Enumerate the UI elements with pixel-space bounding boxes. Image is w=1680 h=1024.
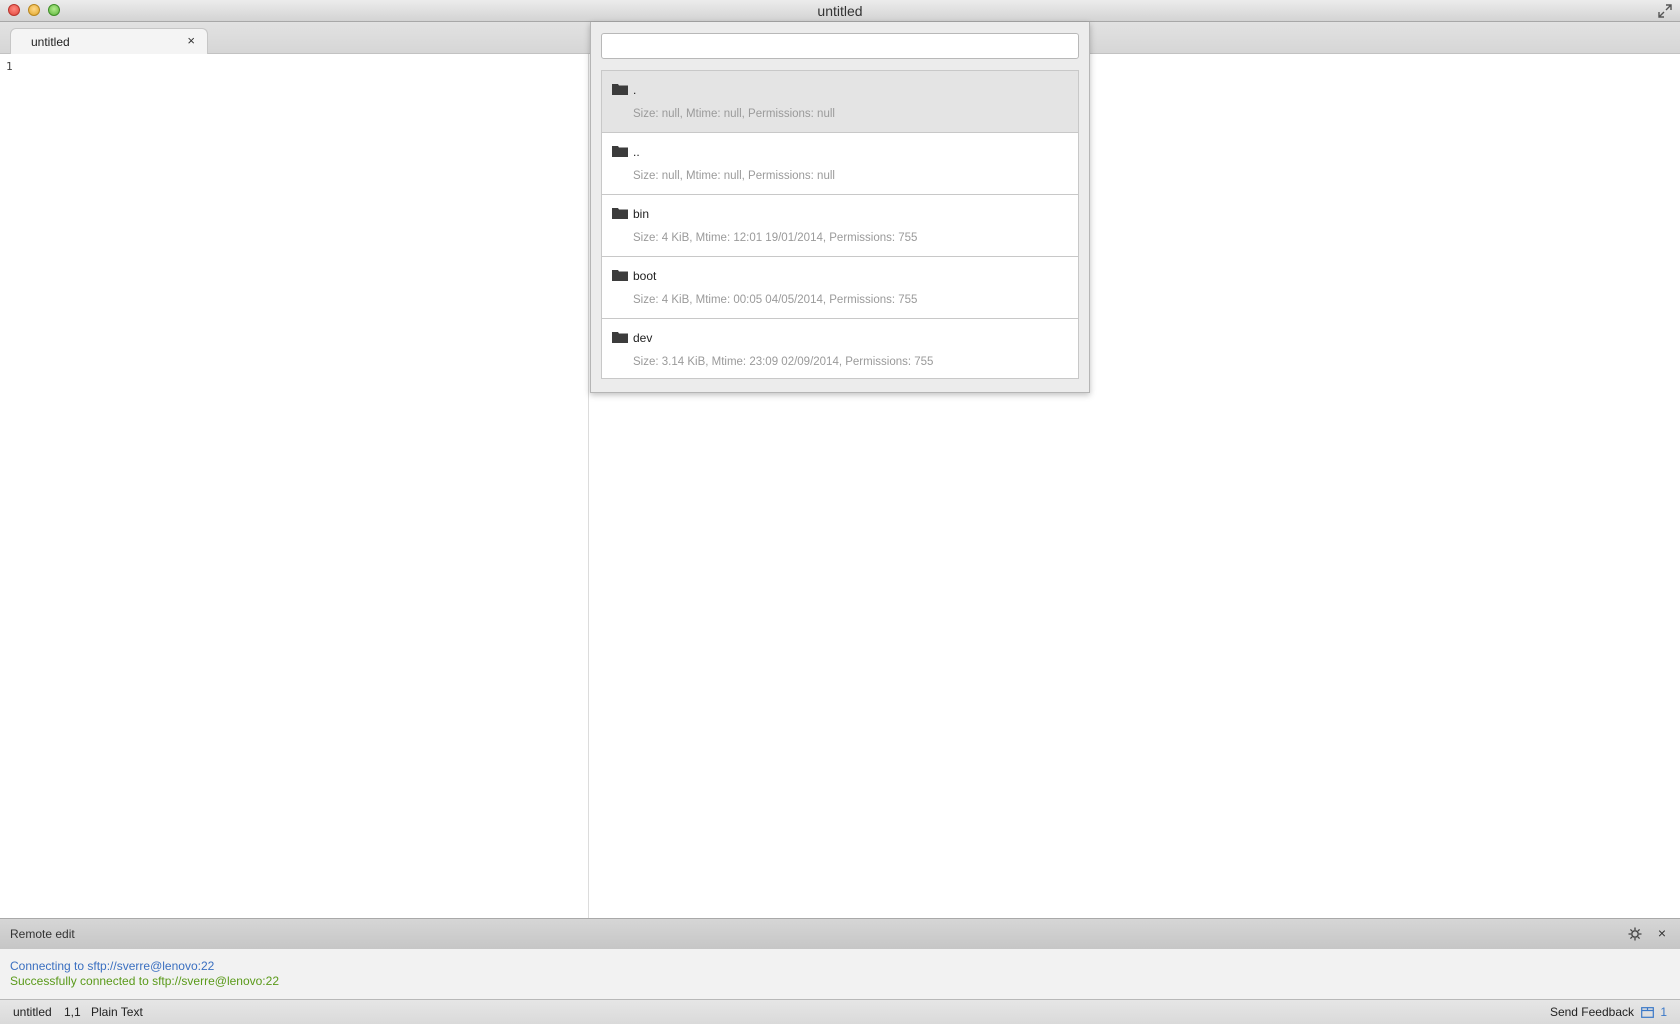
list-item[interactable]: . Size: null, Mtime: null, Permissions: …: [602, 71, 1078, 133]
folder-icon: [612, 270, 628, 281]
list-item[interactable]: .. Size: null, Mtime: null, Permissions:…: [602, 133, 1078, 195]
folder-icon: [612, 146, 628, 157]
item-name: boot: [633, 269, 657, 283]
tab-untitled[interactable]: untitled ×: [10, 28, 208, 54]
quick-panel-input[interactable]: [601, 33, 1079, 59]
panel-title: Remote edit: [10, 927, 75, 941]
item-meta: Size: null, Mtime: null, Permissions: nu…: [633, 108, 835, 120]
item-meta: Size: 3.14 KiB, Mtime: 23:09 02/09/2014,…: [633, 356, 934, 368]
item-meta: Size: null, Mtime: null, Permissions: nu…: [633, 170, 835, 182]
status-cursor-position: 1,1: [64, 1005, 81, 1019]
quick-panel: . Size: null, Mtime: null, Permissions: …: [590, 22, 1090, 393]
folder-icon: [612, 332, 628, 343]
item-name: .: [633, 83, 637, 97]
status-file-name: untitled: [13, 1005, 52, 1019]
item-name: ..: [633, 145, 640, 159]
settings-icon[interactable]: [1628, 927, 1642, 941]
item-meta: Size: 4 KiB, Mtime: 12:01 19/01/2014, Pe…: [633, 232, 918, 244]
status-syntax[interactable]: Plain Text: [91, 1005, 143, 1019]
status-bar: untitled 1,1 Plain Text Send Feedback 1: [0, 999, 1680, 1024]
line-number: 1: [6, 60, 13, 73]
package-icon[interactable]: [1641, 1006, 1654, 1018]
item-meta: Size: 4 KiB, Mtime: 00:05 04/05/2014, Pe…: [633, 294, 918, 306]
title-bar: untitled: [0, 0, 1680, 22]
list-item[interactable]: dev Size: 3.14 KiB, Mtime: 23:09 02/09/2…: [602, 319, 1078, 378]
editor-pane-left[interactable]: 1: [0, 54, 588, 918]
tab-close-icon[interactable]: ×: [187, 33, 195, 48]
output-console: Connecting to sftp://sverre@lenovo:22 Su…: [0, 949, 1680, 999]
panel-close-icon[interactable]: ×: [1658, 925, 1666, 941]
item-name: dev: [633, 331, 653, 345]
console-line: Connecting to sftp://sverre@lenovo:22: [10, 959, 215, 973]
folder-icon: [612, 208, 628, 219]
window-title: untitled: [817, 3, 863, 19]
list-item[interactable]: bin Size: 4 KiB, Mtime: 12:01 19/01/2014…: [602, 195, 1078, 257]
list-item[interactable]: boot Size: 4 KiB, Mtime: 00:05 04/05/201…: [602, 257, 1078, 319]
item-name: bin: [633, 207, 650, 221]
quick-panel-list[interactable]: . Size: null, Mtime: null, Permissions: …: [601, 70, 1079, 379]
output-panel-header: Remote edit ×: [0, 918, 1680, 949]
folder-icon: [612, 84, 628, 95]
fullscreen-icon[interactable]: [1658, 4, 1672, 18]
send-feedback-button[interactable]: Send Feedback: [1550, 1005, 1634, 1019]
console-line: Successfully connected to sftp://sverre@…: [10, 974, 279, 988]
status-count[interactable]: 1: [1660, 1005, 1667, 1019]
tab-label: untitled: [31, 35, 70, 49]
